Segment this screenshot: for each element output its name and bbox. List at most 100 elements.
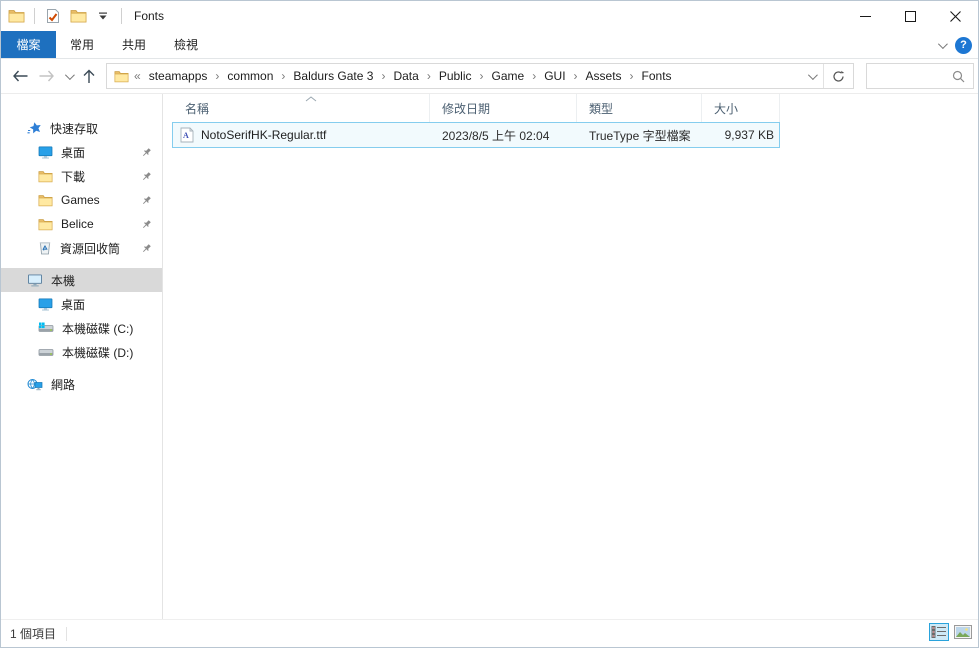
thumbnail-view-icon bbox=[954, 625, 972, 639]
sidebar-item-label: 桌面 bbox=[61, 296, 85, 313]
search-icon bbox=[952, 70, 965, 83]
forward-button[interactable] bbox=[39, 64, 55, 88]
pin-icon bbox=[141, 219, 152, 230]
column-header-date[interactable]: 修改日期 bbox=[430, 94, 577, 122]
sort-ascending-icon bbox=[305, 96, 317, 102]
chevron-down-icon bbox=[65, 70, 75, 80]
desktop-icon bbox=[38, 298, 53, 311]
column-header-name[interactable]: 名稱 bbox=[172, 94, 430, 122]
breadcrumb-ellipsis[interactable]: « bbox=[133, 69, 142, 83]
sidebar-item-local-disk-d[interactable]: 本機磁碟 (D:) bbox=[1, 340, 162, 364]
file-date-cell: 2023/8/5 上午 02:04 bbox=[430, 127, 577, 144]
folder-icon bbox=[38, 194, 53, 207]
breadcrumb-item-assets[interactable]: Assets bbox=[579, 69, 629, 83]
folder-icon bbox=[38, 170, 53, 183]
breadcrumb-item-gui[interactable]: GUI bbox=[537, 69, 572, 83]
folder-icon bbox=[38, 218, 53, 231]
svg-text:A: A bbox=[183, 131, 189, 140]
view-toggles bbox=[929, 623, 974, 641]
pin-icon bbox=[141, 243, 152, 254]
column-header-label: 類型 bbox=[589, 100, 613, 117]
breadcrumb-item-data[interactable]: Data bbox=[386, 69, 425, 83]
recycle-bin-icon bbox=[38, 241, 52, 255]
app-folder-icon bbox=[6, 6, 26, 26]
breadcrumb-item-baldurs-gate-3[interactable]: Baldurs Gate 3 bbox=[286, 69, 380, 83]
help-button[interactable]: ? bbox=[955, 37, 972, 54]
tab-share[interactable]: 共用 bbox=[108, 31, 160, 58]
address-bar[interactable]: « steamapps › common › Baldurs Gate 3 › … bbox=[106, 63, 854, 89]
tab-view[interactable]: 檢視 bbox=[160, 31, 212, 58]
file-size-cell: 9,937 KB bbox=[702, 128, 774, 142]
pin-icon bbox=[141, 195, 152, 206]
file-type-cell: TrueType 字型檔案 bbox=[577, 127, 702, 144]
sidebar-item-this-pc[interactable]: 本機 bbox=[1, 268, 162, 292]
file-row[interactable]: A NotoSerifHK-Regular.ttf 2023/8/5 上午 02… bbox=[172, 122, 780, 148]
column-header-label: 名稱 bbox=[185, 100, 209, 117]
sidebar-item-label: 快速存取 bbox=[50, 120, 98, 137]
folder-icon bbox=[114, 70, 129, 83]
properties-button[interactable] bbox=[43, 6, 63, 26]
back-button[interactable] bbox=[12, 64, 28, 88]
desktop-icon bbox=[38, 146, 53, 159]
computer-icon bbox=[27, 274, 43, 287]
pin-icon bbox=[141, 171, 152, 182]
up-button[interactable] bbox=[83, 64, 95, 88]
sidebar-item-label: Belice bbox=[61, 217, 94, 231]
close-button[interactable] bbox=[933, 1, 978, 31]
sidebar-item-desktop[interactable]: 桌面 bbox=[1, 292, 162, 316]
breadcrumb-item-public[interactable]: Public bbox=[432, 69, 479, 83]
sidebar-item-label: 網路 bbox=[51, 376, 75, 393]
item-count: 1 個項目 bbox=[1, 625, 56, 642]
sidebar-item-local-disk-c[interactable]: 本機磁碟 (C:) bbox=[1, 316, 162, 340]
column-header-size[interactable]: 大小 bbox=[702, 94, 780, 122]
sidebar-item-label: 資源回收筒 bbox=[60, 240, 120, 257]
file-name: NotoSerifHK-Regular.ttf bbox=[201, 128, 326, 142]
column-header-label: 大小 bbox=[714, 100, 738, 117]
search-input[interactable] bbox=[867, 65, 952, 87]
explorer-window: Fonts 檔案 常用 共用 檢視 ? bbox=[0, 0, 979, 648]
sidebar-item-games[interactable]: Games bbox=[1, 188, 162, 212]
chevron-down-icon bbox=[938, 39, 948, 49]
file-name-cell: A NotoSerifHK-Regular.ttf bbox=[173, 127, 430, 143]
sidebar-item-network[interactable]: 網路 bbox=[1, 372, 162, 396]
refresh-icon bbox=[832, 70, 845, 83]
minimize-button[interactable] bbox=[843, 1, 888, 31]
maximize-button[interactable] bbox=[888, 1, 933, 31]
sidebar-item-recycle-bin[interactable]: 資源回收筒 bbox=[1, 236, 162, 260]
main-area: 快速存取 桌面 下載 bbox=[1, 94, 978, 619]
breadcrumb-item-common[interactable]: common bbox=[220, 69, 280, 83]
window-title: Fonts bbox=[134, 9, 164, 23]
breadcrumb-item-game[interactable]: Game bbox=[485, 69, 532, 83]
recent-locations-dropdown[interactable] bbox=[65, 64, 72, 88]
status-bar: 1 個項目 bbox=[1, 619, 978, 647]
details-view-button[interactable] bbox=[929, 623, 949, 641]
question-mark-icon: ? bbox=[960, 39, 967, 51]
large-icons-view-button[interactable] bbox=[952, 623, 974, 641]
new-folder-button[interactable] bbox=[68, 6, 88, 26]
column-header-label: 修改日期 bbox=[442, 100, 490, 117]
navigation-buttons bbox=[1, 64, 106, 88]
customize-toolbar-dropdown[interactable] bbox=[93, 6, 113, 26]
network-icon bbox=[27, 378, 43, 391]
tab-file[interactable]: 檔案 bbox=[1, 31, 56, 58]
toolbar-separator bbox=[121, 8, 122, 24]
refresh-button[interactable] bbox=[823, 64, 853, 88]
column-headers: 名稱 修改日期 類型 大小 bbox=[172, 94, 978, 122]
address-dropdown-button[interactable] bbox=[799, 64, 823, 88]
search-box bbox=[866, 63, 974, 89]
chevron-down-icon bbox=[807, 70, 817, 80]
font-file-icon: A bbox=[180, 127, 194, 143]
sidebar-item-quick-access[interactable]: 快速存取 bbox=[1, 116, 162, 140]
sidebar-item-desktop-pinned[interactable]: 桌面 bbox=[1, 140, 162, 164]
drive-c-icon bbox=[38, 322, 54, 334]
breadcrumb-item-fonts[interactable]: Fonts bbox=[635, 69, 679, 83]
sidebar-section-gap bbox=[1, 260, 162, 268]
tab-home[interactable]: 常用 bbox=[56, 31, 108, 58]
ribbon-tab-row: 檔案 常用 共用 檢視 ? bbox=[1, 31, 978, 59]
sidebar-item-label: 本機磁碟 (D:) bbox=[62, 344, 133, 361]
collapse-ribbon-button[interactable] bbox=[938, 33, 945, 57]
column-header-type[interactable]: 類型 bbox=[577, 94, 702, 122]
sidebar-item-downloads[interactable]: 下載 bbox=[1, 164, 162, 188]
sidebar-item-belice[interactable]: Belice bbox=[1, 212, 162, 236]
breadcrumb-item-steamapps[interactable]: steamapps bbox=[142, 69, 215, 83]
